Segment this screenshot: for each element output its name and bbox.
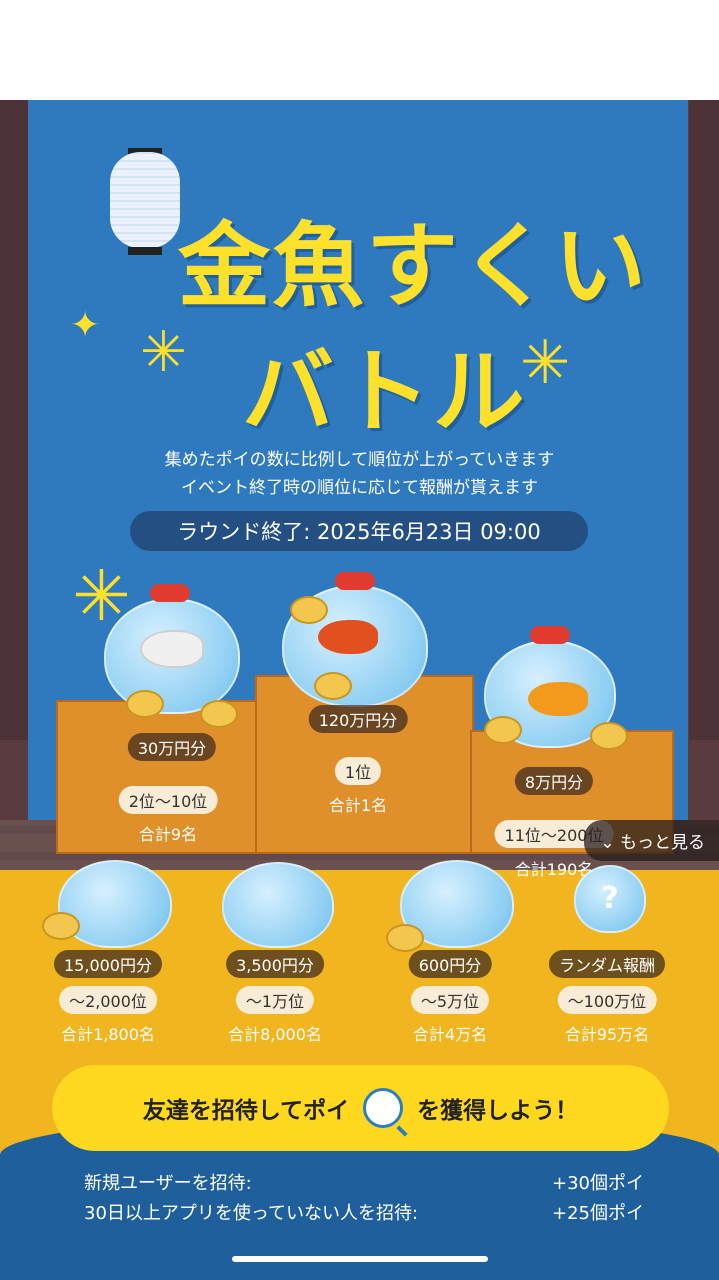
- goldfish-icon: [318, 620, 378, 654]
- invite-reward-label: 30日以上アプリを使っていない人を招待:: [84, 1203, 419, 1224]
- coin-icon: [590, 722, 628, 750]
- invite-reward-row: 30日以上アプリを使っていない人を招待: +25個ポイ: [84, 1199, 644, 1225]
- coin-icon: [314, 672, 352, 700]
- prize-count: 合計1,800名: [61, 1025, 155, 1044]
- prize-amount: 3,500円分: [226, 950, 324, 978]
- invite-reward-value: +25個ポイ: [552, 1203, 644, 1224]
- lantern-cap-bottom: [128, 247, 162, 255]
- prize-rank: 1位: [334, 757, 382, 785]
- prize-amount: 15,000円分: [54, 950, 162, 978]
- description-line1: 集めたポイの数に比例して順位が上がっていきます: [164, 450, 555, 470]
- goldfish-bag-icon: [222, 862, 334, 948]
- prize-amount: 600円分: [408, 950, 492, 978]
- prize-amount: ランダム報酬: [548, 950, 666, 978]
- prize-count: 合計4万名: [412, 1025, 488, 1044]
- coin-icon: [484, 716, 522, 744]
- event-title-line2: バトル: [242, 339, 527, 446]
- coin-icon: [386, 924, 424, 952]
- more-button[interactable]: ⌄ もっと見る: [584, 820, 719, 861]
- invite-text-post: を獲得しよう！: [417, 1098, 579, 1124]
- prize-rank: 〜100万位: [557, 986, 657, 1014]
- chevron-down-icon: ⌄: [600, 833, 620, 853]
- more-button-label: もっと見る: [620, 833, 705, 853]
- coin-icon: [200, 700, 238, 728]
- coin-icon: [42, 912, 80, 940]
- invite-reward-value: +30個ポイ: [552, 1173, 644, 1194]
- coin-icon: [126, 690, 164, 718]
- prize-count: 合計1名: [328, 796, 388, 815]
- home-indicator[interactable]: [232, 1256, 488, 1262]
- sparkle-icon: ✦: [70, 305, 101, 346]
- prize-count: 合計95万名: [564, 1025, 650, 1044]
- prize-count: 合計8,000名: [228, 1025, 322, 1044]
- prize-count: 合計9名: [138, 825, 198, 844]
- bag-ribbon: [150, 584, 190, 602]
- event-title-line1: 金魚すくい: [178, 213, 649, 320]
- prize-rank: 2位〜10位: [118, 786, 218, 814]
- invite-reward-label: 新規ユーザーを招待:: [84, 1173, 252, 1194]
- prize-amount: 8万円分: [514, 767, 594, 795]
- invite-text-pre: 友達を招待してポイ: [142, 1098, 350, 1124]
- goldfish-icon: [528, 682, 588, 716]
- goldfish-icon: [140, 630, 204, 668]
- round-end-text: ラウンド終了: 2025年6月23日 09:00: [177, 520, 541, 544]
- curtain-right: [689, 100, 719, 740]
- invite-friends-button[interactable]: 友達を招待してポイ を獲得しよう！: [52, 1065, 669, 1151]
- prize-amount: 120万円分: [308, 705, 408, 733]
- prize-rank: 〜2,000位: [59, 986, 157, 1014]
- sparkle-icon: ✳: [140, 320, 187, 385]
- poi-icon: [363, 1088, 404, 1128]
- curtain-left: [0, 100, 30, 740]
- coin-icon: [290, 596, 328, 624]
- description-line2: イベント終了時の順位に応じて報酬が貰えます: [181, 478, 538, 498]
- prize-rank: 〜1万位: [235, 986, 315, 1014]
- round-end-badge: ラウンド終了: 2025年6月23日 09:00: [130, 511, 588, 551]
- sparkle-icon: ✳: [520, 328, 571, 398]
- prize-rank: 〜5万位: [410, 986, 490, 1014]
- lantern-icon: [110, 152, 180, 248]
- invite-reward-row: 新規ユーザーを招待: +30個ポイ: [84, 1169, 644, 1195]
- prize-amount: 30万円分: [127, 733, 217, 761]
- bag-ribbon: [530, 626, 570, 644]
- bag-ribbon: [335, 572, 375, 590]
- mystery-bag-icon: ?: [574, 865, 646, 933]
